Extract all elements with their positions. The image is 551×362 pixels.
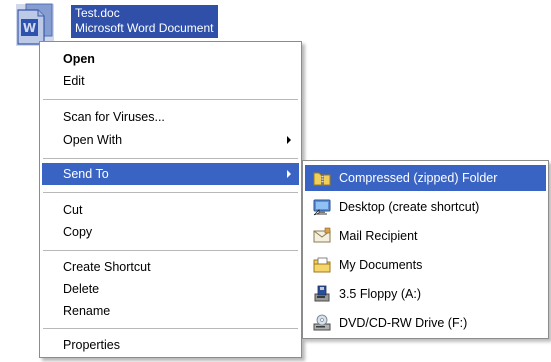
menu-item-rename[interactable]: Rename bbox=[42, 300, 299, 322]
menu-item-label: Copy bbox=[63, 225, 93, 239]
send-to-item-label: Mail Recipient bbox=[339, 229, 418, 243]
menu-separator bbox=[43, 328, 298, 329]
menu-item-copy[interactable]: Copy bbox=[42, 221, 299, 243]
file-name: Test.doc bbox=[75, 6, 120, 20]
menu-item-label: Open With bbox=[63, 133, 123, 147]
floppy-drive-icon bbox=[313, 285, 331, 303]
send-to-item-floppy[interactable]: 3.5 Floppy (A:) bbox=[305, 281, 546, 307]
menu-separator bbox=[43, 99, 298, 100]
menu-item-label: Send To bbox=[63, 167, 109, 181]
send-to-item-label: Compressed (zipped) Folder bbox=[339, 171, 498, 185]
menu-separator bbox=[43, 192, 298, 193]
menu-item-label: Open bbox=[63, 52, 95, 66]
menu-item-create-shortcut[interactable]: Create Shortcut bbox=[42, 256, 299, 278]
send-to-item-label: DVD/CD-RW Drive (F:) bbox=[339, 316, 468, 330]
submenu-arrow-icon bbox=[287, 170, 291, 178]
menu-item-open-with[interactable]: Open With bbox=[42, 129, 299, 151]
menu-item-send-to[interactable]: Send To bbox=[42, 163, 299, 185]
send-to-item-compressed-folder[interactable]: Compressed (zipped) Folder bbox=[305, 165, 546, 191]
menu-item-open[interactable]: Open bbox=[42, 48, 299, 70]
my-documents-icon bbox=[313, 256, 331, 274]
menu-separator bbox=[43, 158, 298, 159]
send-to-item-mail-recipient[interactable]: Mail Recipient bbox=[305, 223, 546, 249]
menu-item-properties[interactable]: Properties bbox=[42, 334, 299, 356]
send-to-item-my-documents[interactable]: My Documents bbox=[305, 252, 546, 278]
context-menu: Open Edit Scan for Viruses... Open With … bbox=[39, 41, 302, 358]
send-to-item-dvd-drive[interactable]: DVD/CD-RW Drive (F:) bbox=[305, 310, 546, 336]
send-to-item-label: Desktop (create shortcut) bbox=[339, 200, 480, 214]
menu-item-scan-for-viruses[interactable]: Scan for Viruses... bbox=[42, 106, 299, 128]
send-to-item-label: 3.5 Floppy (A:) bbox=[339, 287, 421, 301]
dvd-drive-icon bbox=[313, 314, 331, 332]
desktop-icon bbox=[313, 198, 331, 216]
menu-item-cut[interactable]: Cut bbox=[42, 199, 299, 221]
menu-item-label: Create Shortcut bbox=[63, 260, 151, 274]
menu-item-label: Delete bbox=[63, 282, 100, 296]
menu-item-label: Cut bbox=[63, 203, 83, 217]
send-to-submenu: Compressed (zipped) Folder Desktop (crea… bbox=[302, 160, 549, 339]
send-to-item-desktop[interactable]: Desktop (create shortcut) bbox=[305, 194, 546, 220]
menu-item-label: Edit bbox=[63, 74, 85, 88]
desktop-area: W Test.doc Microsoft Word Document Open … bbox=[0, 0, 551, 362]
submenu-arrow-icon bbox=[287, 136, 291, 144]
zip-folder-icon bbox=[313, 169, 331, 187]
menu-item-edit[interactable]: Edit bbox=[42, 70, 299, 92]
menu-separator bbox=[43, 250, 298, 251]
menu-item-delete[interactable]: Delete bbox=[42, 278, 299, 300]
menu-item-label: Properties bbox=[63, 338, 120, 352]
file-name-label[interactable]: Test.doc Microsoft Word Document bbox=[71, 5, 218, 38]
menu-item-label: Rename bbox=[63, 304, 111, 318]
mail-icon bbox=[313, 227, 331, 245]
file-type: Microsoft Word Document bbox=[75, 21, 214, 35]
menu-item-label: Scan for Viruses... bbox=[63, 110, 165, 124]
send-to-item-label: My Documents bbox=[339, 258, 423, 272]
